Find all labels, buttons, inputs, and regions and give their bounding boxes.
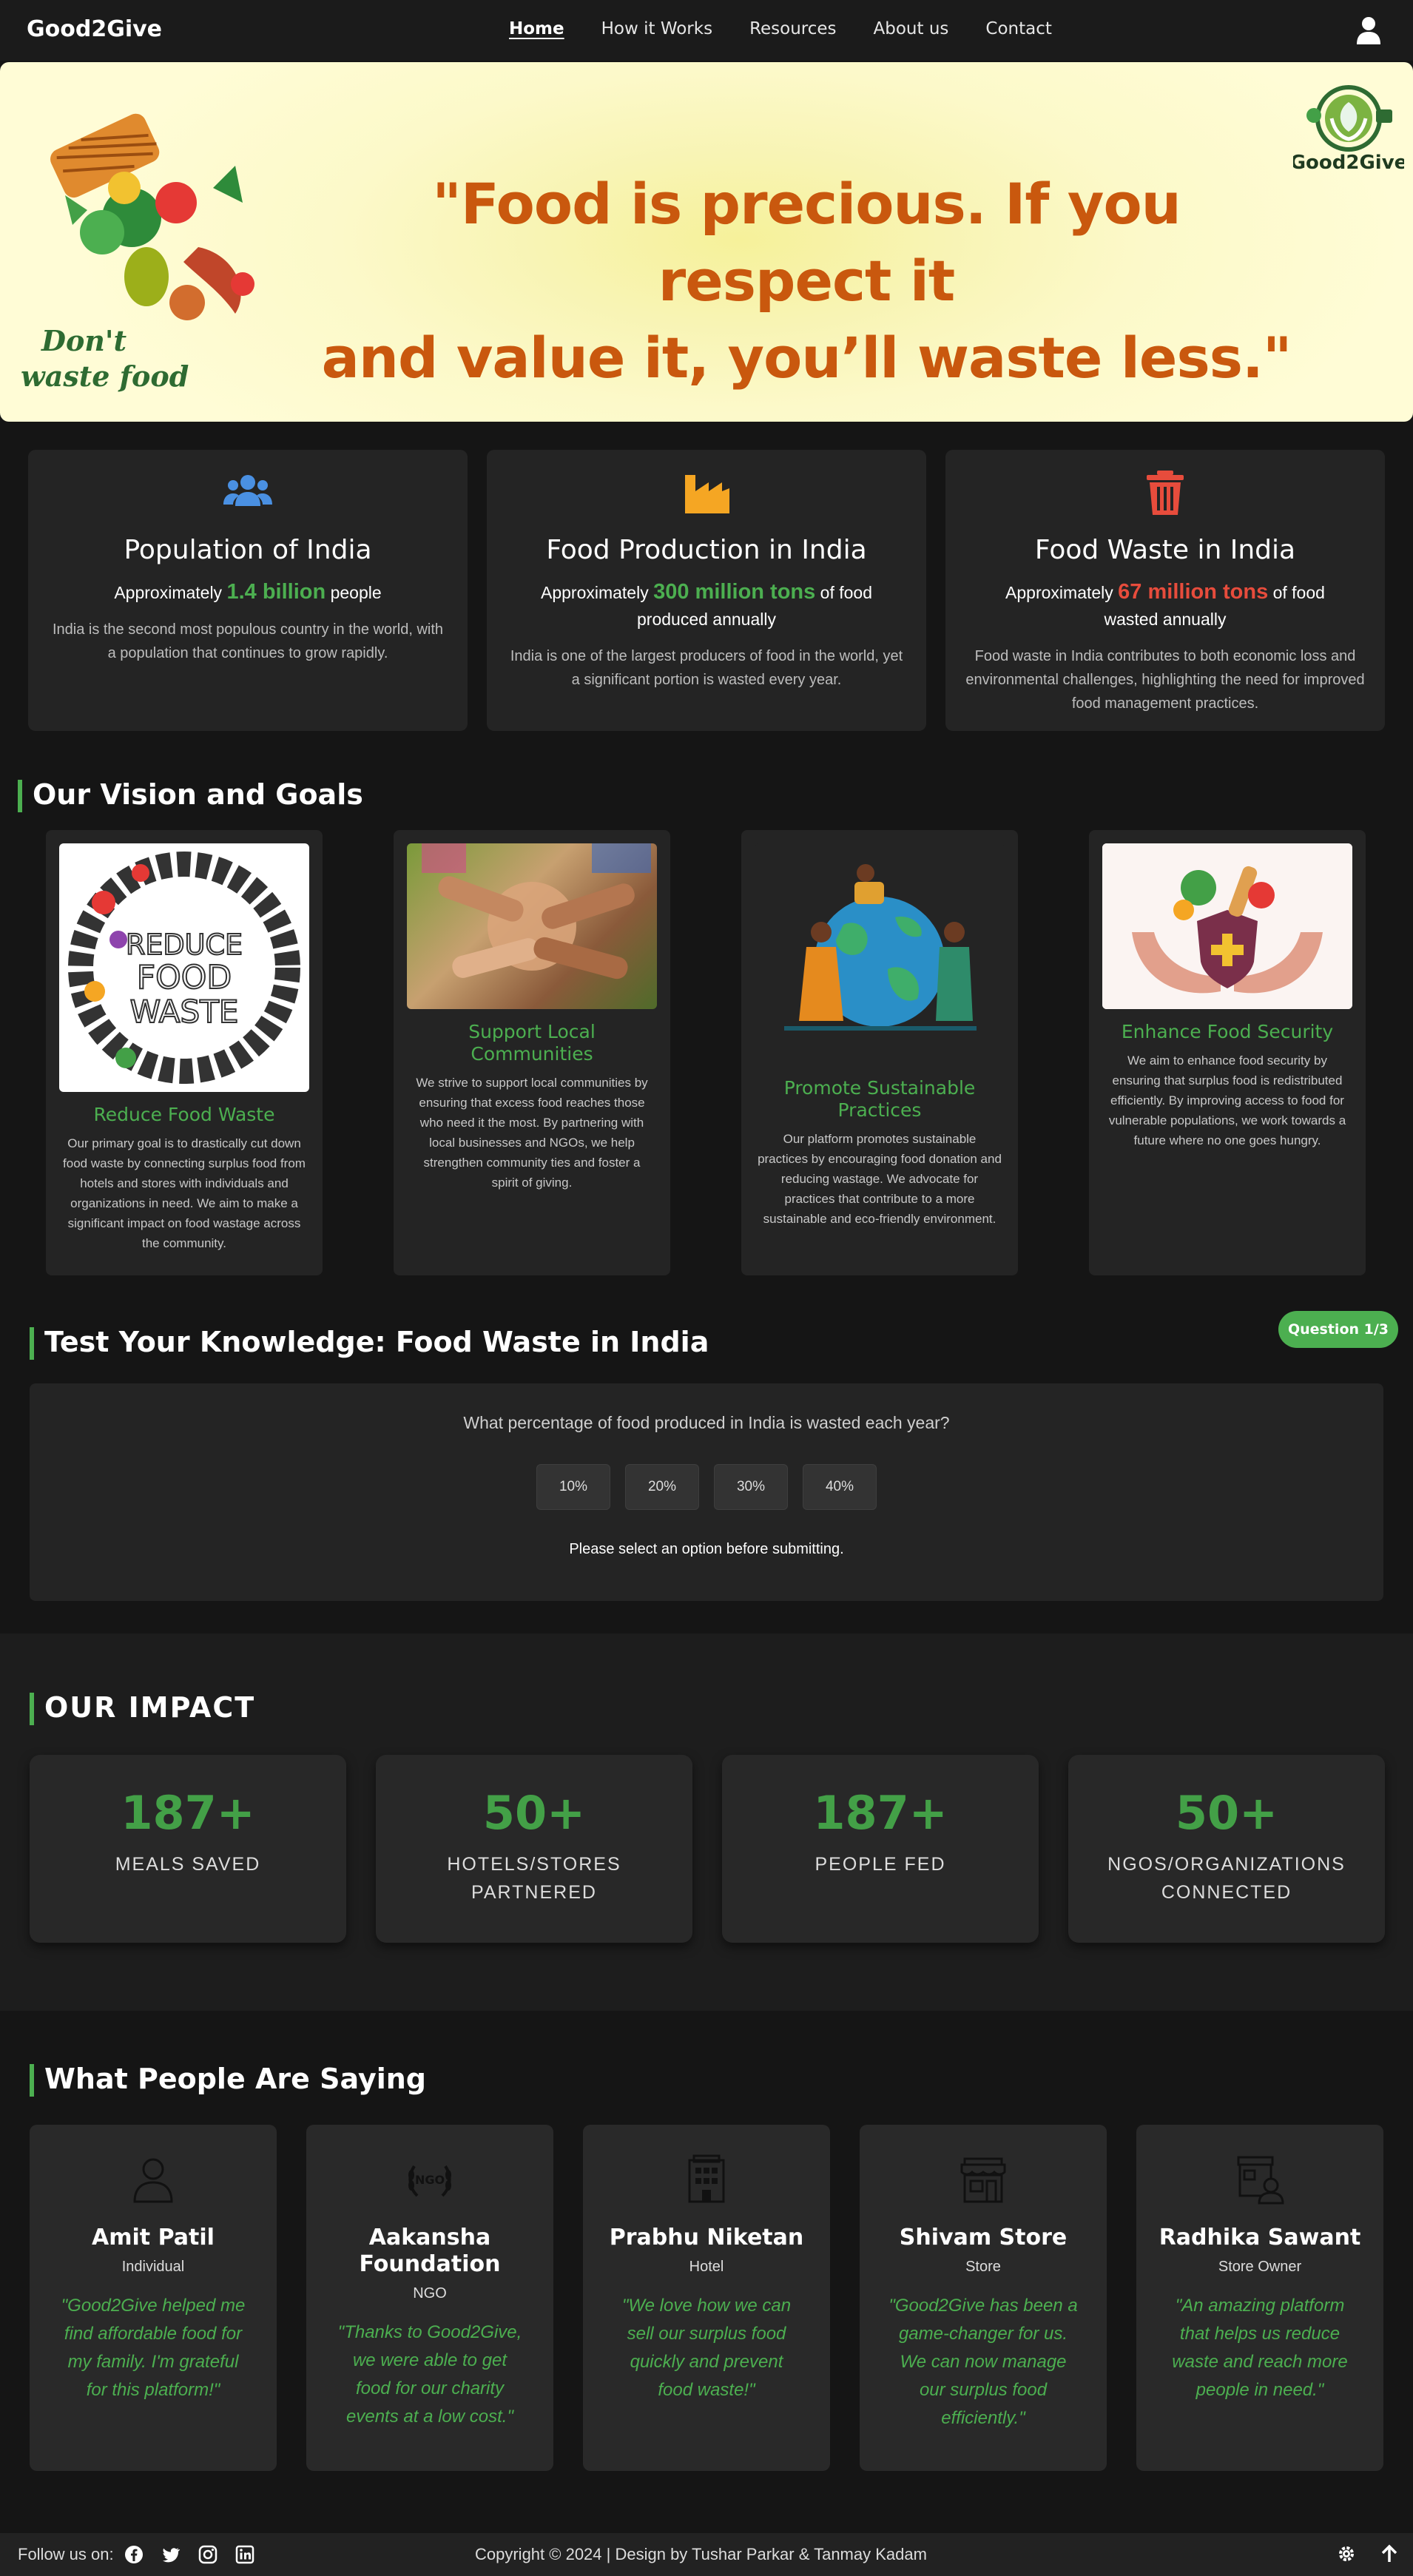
good2give-logo-icon: Good2Give <box>1293 85 1404 174</box>
top-navbar: Good2Give Home How it Works Resources Ab… <box>0 0 1413 61</box>
nav-how-it-works[interactable]: How it Works <box>601 19 712 38</box>
quiz-option-40[interactable]: 40% <box>803 1464 877 1510</box>
testimonial-card: Prabhu Niketan Hotel "We love how we can… <box>583 2125 830 2471</box>
settings-gear-icon[interactable] <box>1336 2543 1357 2564</box>
vision-card-sustainable: Promote Sustainable Practices Our platfo… <box>741 830 1018 1275</box>
hotel-icon <box>688 2154 725 2203</box>
dont-waste-food-illustration: Don't waste food <box>21 113 254 393</box>
quiz-options: 10% 20% 30% 40% <box>30 1464 1383 1510</box>
hands-shield-food-image <box>1102 843 1352 1009</box>
question-counter-badge: Question 1/3 <box>1278 1311 1398 1348</box>
footer: Follow us on: Copyright © 2024 | Design … <box>0 2533 1413 2576</box>
testimonial-card: Amit Patil Individual "Good2Give helped … <box>30 2125 277 2471</box>
svg-text:WASTE: WASTE <box>130 994 239 1030</box>
svg-text:NGO: NGO <box>415 2173 445 2187</box>
footer-actions <box>1336 2543 1400 2564</box>
brand-logo[interactable]: Good2Give <box>27 16 162 42</box>
testimonial-card: Radhika Sawant Store Owner "An amazing p… <box>1136 2125 1383 2471</box>
hands-together-image <box>407 843 657 1009</box>
trash-icon <box>1147 471 1184 515</box>
quiz-question: What percentage of food produced in Indi… <box>463 1413 950 1432</box>
stat-card-population: Population of India Approximately 1.4 bi… <box>28 450 468 731</box>
svg-text:waste food: waste food <box>21 360 189 393</box>
svg-text:Good2Give: Good2Give <box>1293 152 1404 174</box>
impact-card-meals: 187+ MEALS SAVED <box>30 1755 346 1943</box>
nav-about-us[interactable]: About us <box>874 19 949 38</box>
ngo-laurel-icon: NGO <box>408 2165 451 2197</box>
stat-summary: Approximately 67 million tons of food wa… <box>1005 580 1325 629</box>
main-menu: Home How it Works Resources About us Con… <box>509 19 1052 38</box>
copyright-text: Copyright © 2024 | Design by Tushar Park… <box>475 2545 927 2563</box>
vision-card-security: Enhance Food Security We aim to enhance … <box>1089 830 1366 1275</box>
quiz-hint: Please select an option before submittin… <box>569 1541 844 1557</box>
scroll-to-top-icon[interactable] <box>1379 2543 1400 2564</box>
hero-carousel[interactable]: Don't waste food "Food is precious. If y… <box>0 62 1413 422</box>
store-icon <box>960 2157 1006 2203</box>
testimonials-title: What People Are Saying <box>30 2063 426 2097</box>
quiz-option-30[interactable]: 30% <box>714 1464 788 1510</box>
users-icon <box>223 475 272 506</box>
quiz-panel: What percentage of food produced in Indi… <box>30 1383 1383 1601</box>
store-owner-icon <box>1237 2156 1284 2205</box>
facebook-icon[interactable] <box>124 2545 144 2564</box>
vision-title: Our Vision and Goals <box>18 778 363 812</box>
social-links <box>124 2545 254 2564</box>
stat-summary: Approximately 1.4 billion people <box>114 580 382 604</box>
impact-card-ngos: 50+ NGOS/ORGANIZATIONS CONNECTED <box>1068 1755 1385 1943</box>
people-around-globe-image <box>755 843 1005 1065</box>
svg-text:FOOD: FOOD <box>137 959 232 997</box>
hero-quote: "Food is precious. If you respect it and… <box>321 171 1292 391</box>
nav-resources[interactable]: Resources <box>749 19 836 38</box>
person-icon <box>133 2158 173 2203</box>
svg-text:Don't: Don't <box>41 324 127 357</box>
twitter-icon[interactable] <box>161 2545 181 2564</box>
nav-home[interactable]: Home <box>509 19 564 38</box>
quiz-option-20[interactable]: 20% <box>625 1464 699 1510</box>
linkedin-icon[interactable] <box>235 2545 254 2564</box>
stat-card-waste: Food Waste in India Approximately 67 mil… <box>945 450 1385 731</box>
quiz-option-10[interactable]: 10% <box>536 1464 610 1510</box>
instagram-icon[interactable] <box>198 2545 217 2564</box>
vision-card-communities: Support Local Communities We strive to s… <box>394 830 670 1275</box>
svg-text:REDUCE: REDUCE <box>126 928 243 961</box>
impact-title: OUR IMPACT <box>30 1691 255 1725</box>
impact-card-hotels: 50+ HOTELS/STORES PARTNERED <box>376 1755 692 1943</box>
vision-card-reduce: REDUCE FOOD WASTE Reduce Food Waste Our … <box>46 830 323 1275</box>
stat-card-production: Food Production in India Approximately 3… <box>487 450 926 731</box>
user-icon[interactable] <box>1355 16 1382 44</box>
testimonial-card: NGO Aakansha Foundation NGO "Thanks to G… <box>306 2125 553 2471</box>
quiz-title: Test Your Knowledge: Food Waste in India <box>30 1326 709 1360</box>
stat-summary: Approximately 300 million tons of food p… <box>540 580 873 629</box>
follow-label: Follow us on: <box>18 2545 114 2563</box>
reduce-food-waste-image: REDUCE FOOD WASTE <box>59 843 309 1092</box>
testimonial-card: Shivam Store Store "Good2Give has been a… <box>860 2125 1107 2471</box>
factory-icon <box>685 475 729 513</box>
impact-card-people: 187+ PEOPLE FED <box>722 1755 1039 1943</box>
nav-contact[interactable]: Contact <box>985 19 1051 38</box>
